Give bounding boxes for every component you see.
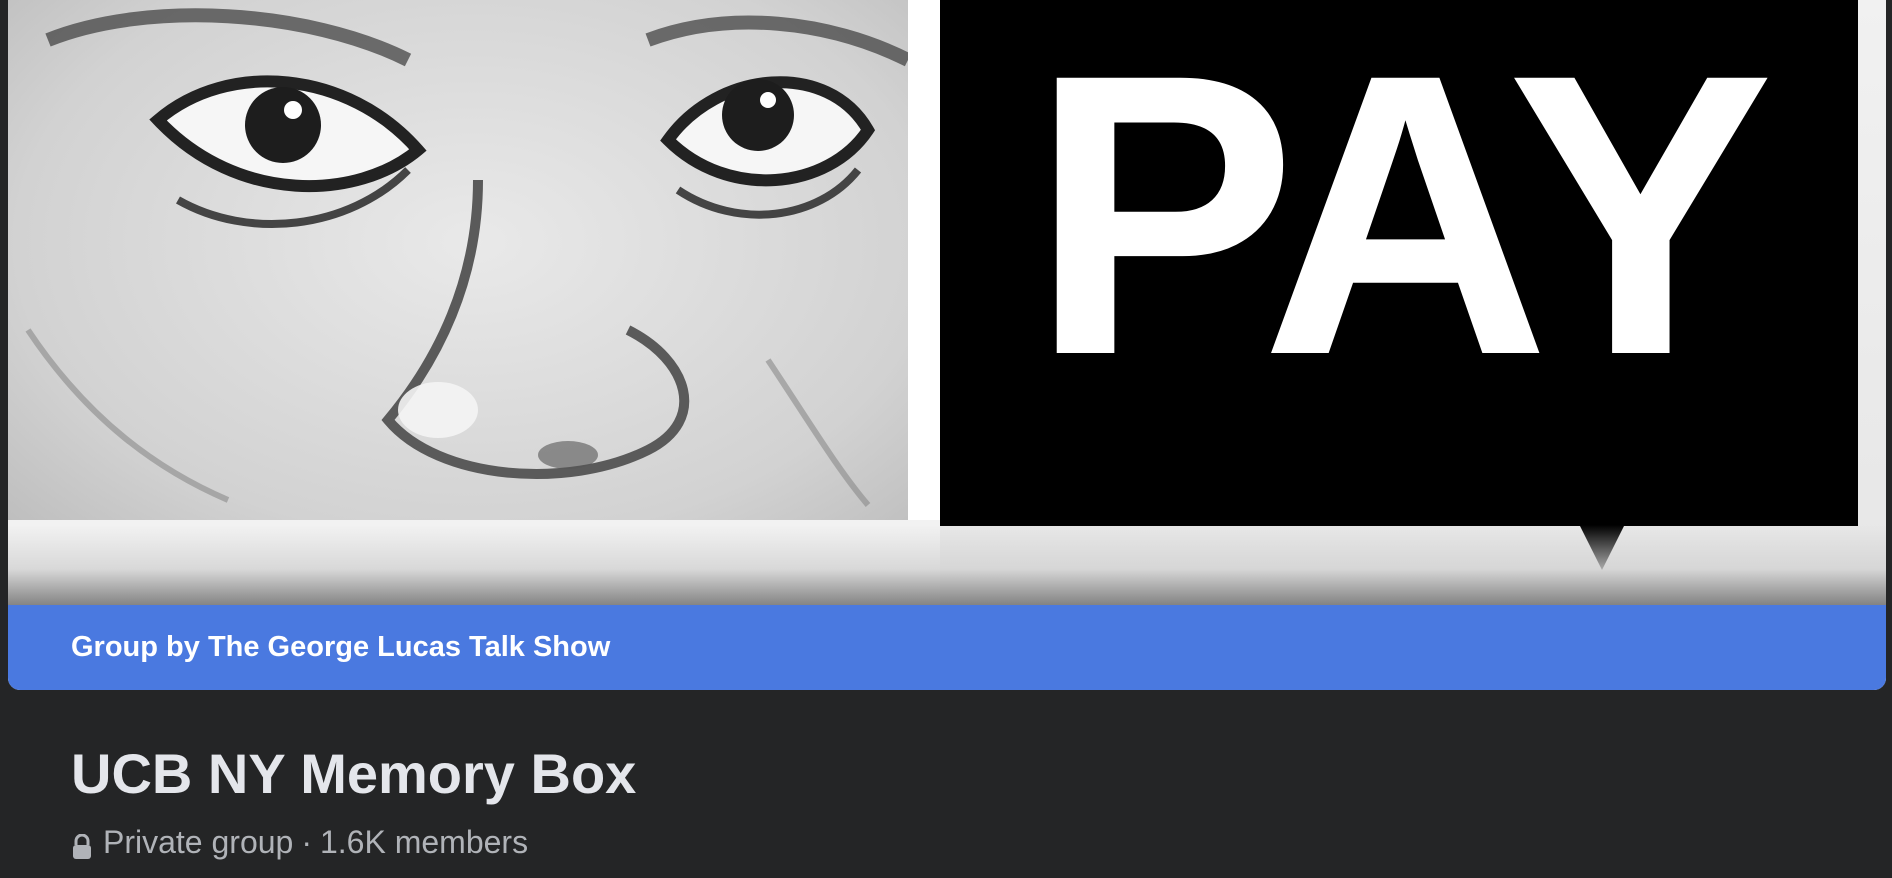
group-meta: Private group · 1.6K members <box>71 822 528 862</box>
group-owner-label[interactable]: Group by The George Lucas Talk Show <box>71 631 610 664</box>
face-illustration <box>8 0 940 605</box>
group-owner-bar[interactable]: Group by The George Lucas Talk Show <box>8 605 1886 690</box>
cover-shadow <box>8 525 1886 605</box>
pay-sign: PAY <box>940 0 1858 526</box>
pay-text: PAY <box>1029 0 1774 438</box>
group-title: UCB NY Memory Box <box>71 742 637 805</box>
cover-section: PAY Group by The George Lucas Talk Show <box>8 0 1886 690</box>
privacy-label[interactable]: Private group <box>103 822 293 862</box>
cover-photo[interactable]: PAY <box>8 0 1886 605</box>
group-page: PAY Group by The George Lucas Talk Show … <box>0 0 1892 878</box>
meta-separator: · <box>301 824 312 860</box>
members-count[interactable]: 1.6K members <box>320 822 528 862</box>
lock-icon <box>71 829 93 859</box>
